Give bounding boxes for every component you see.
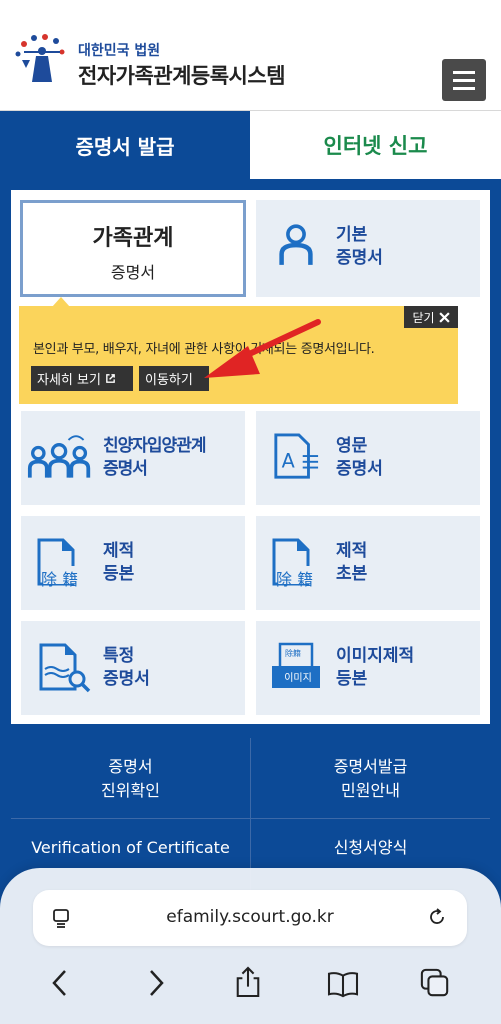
forms-line1: 신청서양식	[333, 838, 408, 857]
main-tabs: 증명서 발급 인터넷 신고	[0, 111, 501, 179]
address-bar[interactable]: efamily.scourt.go.kr	[33, 890, 467, 946]
close-label: 닫기	[412, 310, 435, 325]
tooltip-description: 본인과 부모, 배우자, 자녀에 관한 사항이 기재되는 증명서입니다.	[33, 342, 375, 357]
card-family-sub: 증명서	[110, 263, 156, 282]
document-a-icon: A	[274, 433, 319, 479]
card-basic-line2: 증명서	[336, 248, 383, 268]
card-adoption-line1: 친양자입양관계	[103, 436, 206, 456]
org-name: 대한민국 법원	[78, 43, 161, 59]
card-adoption[interactable]: 친양자입양관계 증명서	[21, 411, 245, 505]
application-forms-link[interactable]: 신청서양식	[251, 836, 490, 860]
card-english-line2: 증명서	[336, 459, 383, 479]
card-image-removed-line1: 이미지제적	[336, 646, 415, 666]
card-english-label: 영문 증명서	[336, 435, 383, 481]
issue-guide-link[interactable]: 증명서발급 민원안내	[251, 755, 490, 803]
card-removed-copy-label: 제적 등본	[103, 540, 134, 586]
detail-view-label: 자세히 보기	[37, 373, 101, 388]
external-link-icon	[106, 374, 115, 383]
close-icon	[438, 311, 450, 323]
card-basic-line1: 기본	[336, 225, 368, 245]
card-image-removed-label: 이미지제적 등본	[336, 645, 414, 691]
card-special-label: 특정 증명서	[103, 645, 150, 691]
tab-certificate-issue[interactable]: 증명서 발급	[0, 111, 250, 179]
verification-line1: Verification of Certificate	[31, 838, 230, 857]
url-text: efamily.scourt.go.kr	[166, 907, 334, 927]
bottom-divider-horizontal	[11, 818, 490, 819]
guide-line2: 민원안내	[341, 781, 400, 800]
tabs-icon[interactable]	[420, 968, 450, 998]
card-removed-extract-label: 제적 초본	[336, 540, 367, 586]
card-english-line1: 영문	[336, 436, 368, 456]
card-basic-label: 기본 증명서	[336, 224, 383, 270]
hamburger-menu-button[interactable]	[442, 59, 486, 101]
image-badge-text: 이미지	[284, 673, 312, 684]
card-basic[interactable]: 기본 증명서	[256, 200, 480, 297]
share-icon[interactable]	[234, 966, 262, 998]
family-tooltip: 본인과 부모, 배우자, 자녀에 관한 사항이 기재되는 증명서입니다. 자세히…	[19, 306, 458, 404]
card-family-title: 가족관계	[92, 226, 174, 251]
image-badge-top-text: 除籍	[285, 649, 301, 658]
verify-line1: 증명서	[108, 757, 153, 776]
tab-internet-report[interactable]: 인터넷 신고	[250, 111, 501, 179]
card-adoption-label: 친양자입양관계 증명서	[103, 435, 206, 481]
person-icon	[279, 224, 313, 265]
forward-icon[interactable]	[146, 968, 166, 998]
card-special[interactable]: 특정 증명서	[21, 621, 245, 715]
removed-chars-2: 除 籍	[276, 570, 314, 589]
family-group-icon	[27, 435, 91, 478]
svg-text:A: A	[282, 450, 295, 473]
reload-icon[interactable]	[427, 907, 447, 927]
move-label: 이동하기	[145, 373, 193, 388]
card-english[interactable]: A 영문 증명서	[256, 411, 480, 505]
menu-icon-line	[453, 79, 475, 82]
tooltip-close-button[interactable]: 닫기	[404, 306, 458, 328]
card-removed-extract-line1: 제적	[336, 541, 368, 561]
card-special-line2: 증명서	[103, 669, 150, 689]
site-header: 대한민국 법원 전자가족관계등록시스템	[0, 0, 501, 111]
guide-line1: 증명서발급	[333, 757, 408, 776]
card-removed-copy-line2: 등본	[103, 564, 135, 584]
move-button[interactable]: 이동하기	[139, 366, 209, 391]
court-logo-icon[interactable]	[14, 32, 70, 88]
removed-chars-1: 除 籍	[41, 570, 79, 589]
card-family-relation[interactable]: 가족관계 증명서	[20, 200, 246, 297]
card-special-line1: 특정	[103, 646, 135, 666]
card-removed-copy-line1: 제적	[103, 541, 135, 561]
card-adoption-line2: 증명서	[103, 459, 148, 479]
card-removed-extract[interactable]: 除 籍 제적 초본	[256, 516, 480, 610]
detail-view-button[interactable]: 자세히 보기	[31, 366, 133, 391]
back-icon[interactable]	[50, 968, 70, 998]
menu-icon-line	[453, 87, 475, 90]
menu-icon	[453, 71, 475, 74]
site-title[interactable]: 전자가족관계등록시스템	[78, 60, 286, 90]
bookmarks-icon[interactable]	[326, 970, 360, 998]
card-image-removed-line2: 등본	[336, 669, 368, 689]
verify-line2: 진위확인	[101, 781, 160, 800]
card-image-removed[interactable]: 除籍 이미지 이미지제적 등본	[256, 621, 480, 715]
card-removed-extract-line2: 초본	[336, 564, 368, 584]
card-removed-copy[interactable]: 除 籍 제적 등본	[21, 516, 245, 610]
verification-english-link[interactable]: Verification of Certificate	[11, 836, 250, 860]
document-search-icon	[39, 643, 91, 693]
verify-certificate-link[interactable]: 증명서 진위확인	[11, 755, 250, 803]
